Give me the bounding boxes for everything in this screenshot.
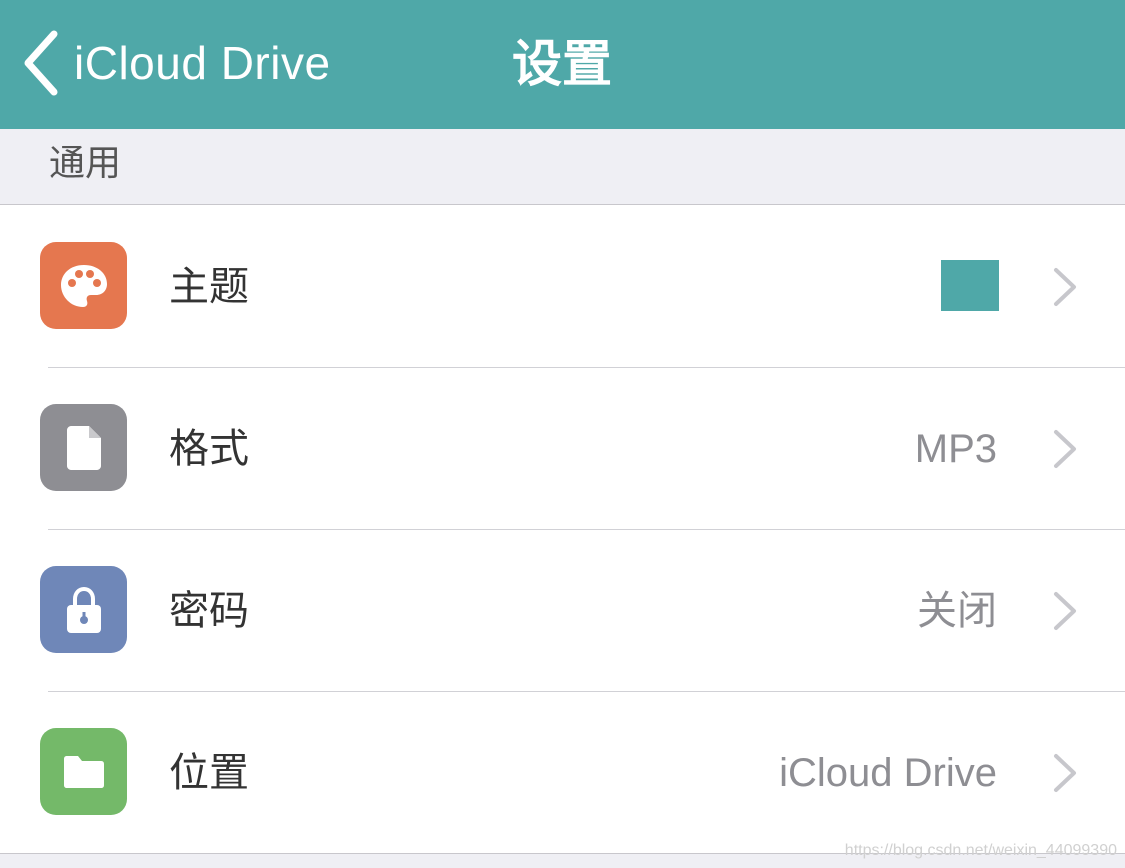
location-icon-tile [40, 728, 127, 815]
palette-icon [60, 264, 107, 307]
format-label: 格式 [169, 426, 249, 472]
navigation-bar: iCloud Drive 设置 [0, 0, 1125, 129]
location-value: iCloud Drive [779, 751, 997, 795]
location-label: 位置 [169, 750, 249, 796]
password-icon-tile [40, 566, 127, 653]
format-value: MP3 [914, 427, 997, 471]
password-label: 密码 [169, 588, 249, 634]
theme-color-swatch [941, 260, 999, 311]
settings-list: 主题 格式 MP3 密码 关闭 位置 iCloud Drive [0, 205, 1125, 854]
chevron-right-icon [1054, 754, 1076, 792]
chevron-right-icon [1054, 268, 1076, 306]
watermark: https://blog.csdn.net/weixin_44099390 [844, 842, 1117, 859]
theme-icon-tile [40, 242, 127, 329]
chevron-left-icon [24, 30, 58, 96]
password-value: 关闭 [917, 589, 997, 633]
section-header: 通用 [0, 129, 1125, 205]
settings-row-location[interactable]: 位置 iCloud Drive [0, 691, 1125, 853]
lock-icon [66, 586, 101, 633]
back-button-label: iCloud Drive [74, 37, 331, 89]
document-icon [66, 425, 101, 470]
page-title: 设置 [512, 35, 612, 93]
chevron-right-icon [1054, 592, 1076, 630]
folder-icon [63, 755, 104, 788]
settings-row-theme[interactable]: 主题 [0, 205, 1125, 367]
chevron-right-icon [1054, 430, 1076, 468]
settings-row-password[interactable]: 密码 关闭 [0, 529, 1125, 691]
settings-row-format[interactable]: 格式 MP3 [0, 367, 1125, 529]
section-header-label: 通用 [49, 143, 122, 184]
back-button[interactable]: iCloud Drive [20, 28, 331, 98]
theme-label: 主题 [169, 264, 249, 310]
format-icon-tile [40, 404, 127, 491]
